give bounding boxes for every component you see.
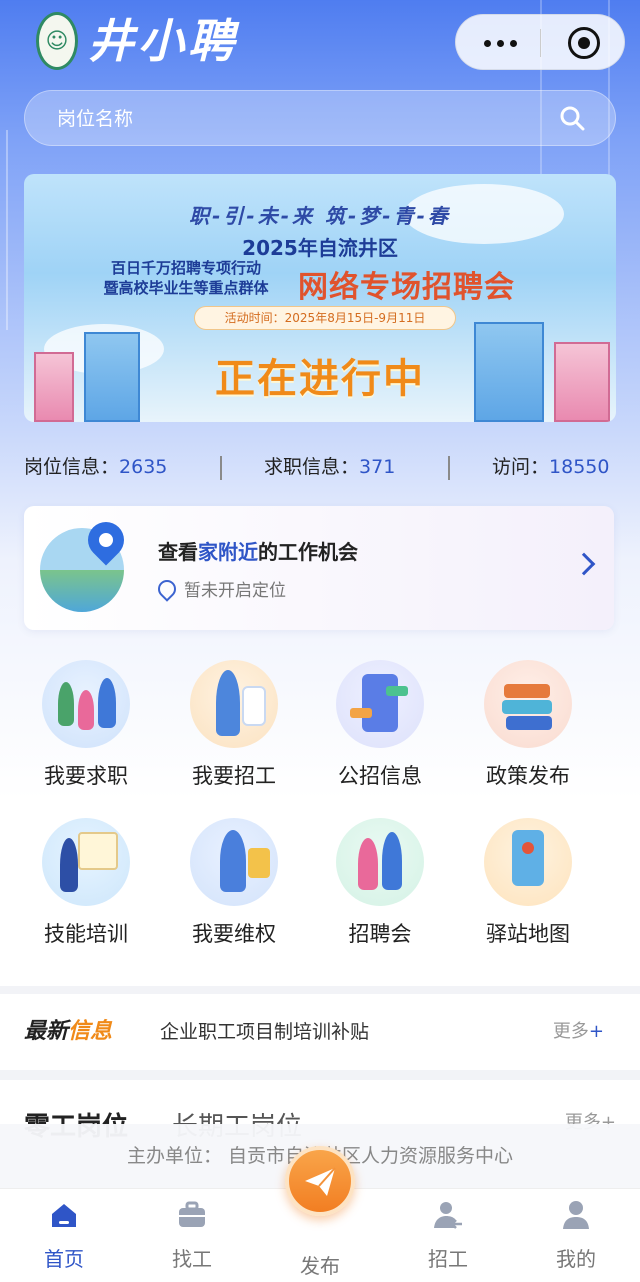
news-headline[interactable]: 企业职工项目制培训补贴 (160, 994, 369, 1070)
banner-subtitle-line1: 百日千万招聘专项行动 (110, 259, 261, 277)
banner-date: 活动时间：2025年8月15日-9月11日 (194, 306, 456, 330)
grid-item-training[interactable]: 技能培训 (12, 814, 162, 964)
grid-label: 驿站地图 (486, 922, 570, 946)
miniprogram-capsule (455, 14, 625, 70)
station-map-icon (484, 818, 572, 906)
banner-subtitle-line2: 暨高校毕业生等重点群体 (103, 279, 269, 297)
capsule-divider (540, 29, 541, 57)
news-tag-part2: 信息 (68, 1019, 113, 1044)
job-fair-icon (336, 818, 424, 906)
news-more-plus: + (588, 1021, 604, 1042)
news-tag: 最新信息 (24, 994, 112, 1070)
grid-label: 招聘会 (348, 922, 412, 946)
training-icon (42, 818, 130, 906)
banner-status: 正在进行中 (215, 356, 425, 402)
public-recruitment-icon (336, 660, 424, 748)
nearby-jobs-card[interactable]: 查看家附近的工作机会 暂未开启定位 (24, 506, 614, 630)
grid-label: 我要求职 (44, 764, 128, 788)
grid-item-rights[interactable]: 我要维权 (160, 814, 310, 964)
location-status: 暂未开启定位 (154, 576, 286, 602)
grid-item-public-recruitment[interactable]: 公招信息 (306, 656, 456, 806)
stat-label: 访问： (492, 456, 550, 478)
grid-label: 技能培训 (44, 922, 128, 946)
app-header: ☺ 井小聘 (0, 0, 640, 86)
grid-label: 公招信息 (338, 764, 422, 788)
nearby-title: 查看家附近的工作机会 (158, 536, 358, 565)
recruit-icon (190, 660, 278, 748)
stats-bar: 岗位信息：2635 求职信息：371 访问：18550 (24, 450, 616, 484)
more-menu-icon[interactable] (480, 15, 520, 71)
feature-grid: 我要求职 我要招工 公招信息 政策发布 技能培训 我要维权 招聘会 驿站地图 (0, 656, 640, 986)
send-icon (305, 1167, 336, 1196)
briefcase-icon (179, 1201, 205, 1227)
tab-label-publish[interactable]: 发布 (270, 1250, 370, 1279)
tab-mine[interactable]: 我的 (526, 1199, 626, 1279)
nearby-title-highlight: 家附近 (198, 540, 258, 564)
tab-label: 首页 (44, 1247, 84, 1271)
grid-item-recruit[interactable]: 我要招工 (160, 656, 310, 806)
user-icon (563, 1201, 589, 1229)
job-seekers-icon (42, 660, 130, 748)
tab-find-job[interactable]: 找工 (142, 1199, 242, 1279)
news-more-link[interactable]: 更多+ (553, 994, 604, 1070)
promo-banner[interactable]: 职-引-未-来 筑-梦-青-春 2025年自流井区 百日千万招聘专项行动 暨高校… (24, 174, 616, 422)
stat-value: 2635 (119, 456, 168, 478)
tv-tower-decoration (6, 130, 16, 330)
stat-jobs: 岗位信息：2635 (24, 450, 167, 484)
grid-label: 我要维权 (192, 922, 276, 946)
banner-event-name: 网络专场招聘会 (298, 270, 515, 305)
news-tag-part1: 最新 (24, 1019, 69, 1044)
policy-books-icon (484, 660, 572, 748)
stat-label: 岗位信息： (24, 456, 120, 478)
home-icon (52, 1204, 76, 1227)
tab-label: 我的 (556, 1247, 596, 1271)
search-icon[interactable] (559, 105, 585, 131)
location-icon (154, 576, 180, 602)
grid-item-job-fair[interactable]: 招聘会 (306, 814, 456, 964)
grid-item-station-map[interactable]: 驿站地图 (454, 814, 604, 964)
location-status-text: 暂未开启定位 (184, 581, 286, 601)
banner-year-title: 2025年自流井区 (242, 236, 398, 260)
tab-recruit[interactable]: 招工 (398, 1199, 498, 1279)
chevron-right-icon[interactable] (572, 552, 596, 576)
stat-divider (220, 456, 222, 480)
grid-label: 我要招工 (192, 764, 276, 788)
tab-label: 找工 (172, 1247, 212, 1271)
nearby-title-pre: 查看 (158, 540, 198, 564)
close-miniprogram-icon[interactable] (568, 27, 600, 59)
nearby-title-post: 的工作机会 (258, 540, 358, 564)
app-name: 井小聘 (88, 14, 238, 68)
rights-protection-icon (190, 818, 278, 906)
app-logo: ☺ (36, 12, 78, 70)
grid-item-policy[interactable]: 政策发布 (454, 656, 604, 806)
stat-visits: 访问：18550 (492, 450, 609, 484)
publish-button[interactable] (285, 1146, 355, 1216)
stat-resumes: 求职信息：371 (264, 450, 395, 484)
recruiter-icon (434, 1202, 462, 1229)
stat-label: 求职信息： (264, 456, 360, 478)
tab-label: 招工 (428, 1247, 468, 1271)
grid-item-job-seeking[interactable]: 我要求职 (12, 656, 162, 806)
stat-value: 18550 (549, 456, 610, 478)
banner-subtitle: 百日千万招聘专项行动 暨高校毕业生等重点群体 (76, 258, 296, 298)
stat-value: 371 (359, 456, 396, 478)
tab-home[interactable]: 首页 (14, 1199, 114, 1279)
search-placeholder: 岗位名称 (57, 108, 134, 130)
grid-label: 政策发布 (486, 764, 570, 788)
news-ticker[interactable]: 最新信息 企业职工项目制培训补贴 更多+ (0, 994, 640, 1070)
banner-slogan: 职-引-未-来 筑-梦-青-春 (189, 204, 451, 228)
stat-divider (448, 456, 450, 480)
news-more-label: 更多 (552, 1021, 589, 1042)
search-input[interactable]: 岗位名称 (24, 90, 616, 146)
